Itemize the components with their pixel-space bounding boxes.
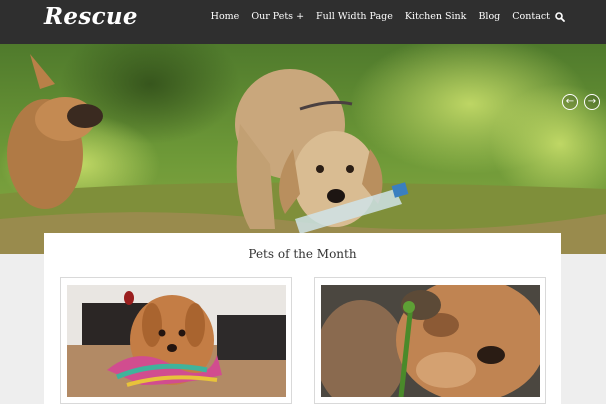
pet-card[interactable] bbox=[314, 277, 546, 404]
nav-item-home[interactable]: Home bbox=[211, 11, 240, 22]
pet-photo[interactable] bbox=[67, 285, 286, 397]
search-icon[interactable] bbox=[554, 11, 566, 23]
site-header: Rescue Home Our Pets + Full Width Page K… bbox=[0, 0, 606, 44]
section-title: Pets of the Month bbox=[248, 247, 357, 261]
main-nav: Home Our Pets + Full Width Page Kitchen … bbox=[211, 11, 550, 22]
pet-photo-dog-with-toy bbox=[67, 285, 286, 397]
nav-item-our-pets[interactable]: Our Pets + bbox=[251, 11, 304, 22]
hero-slider[interactable]: ← → bbox=[0, 44, 606, 254]
pet-card[interactable] bbox=[60, 277, 292, 404]
pets-of-the-month-section: Pets of the Month bbox=[44, 233, 561, 404]
pet-photo[interactable] bbox=[321, 285, 540, 397]
slider-next-icon[interactable]: → bbox=[584, 94, 600, 110]
hero-dogs-photo bbox=[0, 44, 606, 254]
slider-prev-icon[interactable]: ← bbox=[562, 94, 578, 110]
nav-item-full-width-page[interactable]: Full Width Page bbox=[316, 11, 393, 22]
pet-photo-dog-closeup bbox=[321, 285, 540, 397]
nav-item-kitchen-sink[interactable]: Kitchen Sink bbox=[405, 11, 467, 22]
nav-item-blog[interactable]: Blog bbox=[478, 11, 500, 22]
nav-item-contact[interactable]: Contact bbox=[512, 11, 550, 22]
site-logo[interactable]: Rescue bbox=[44, 3, 138, 30]
